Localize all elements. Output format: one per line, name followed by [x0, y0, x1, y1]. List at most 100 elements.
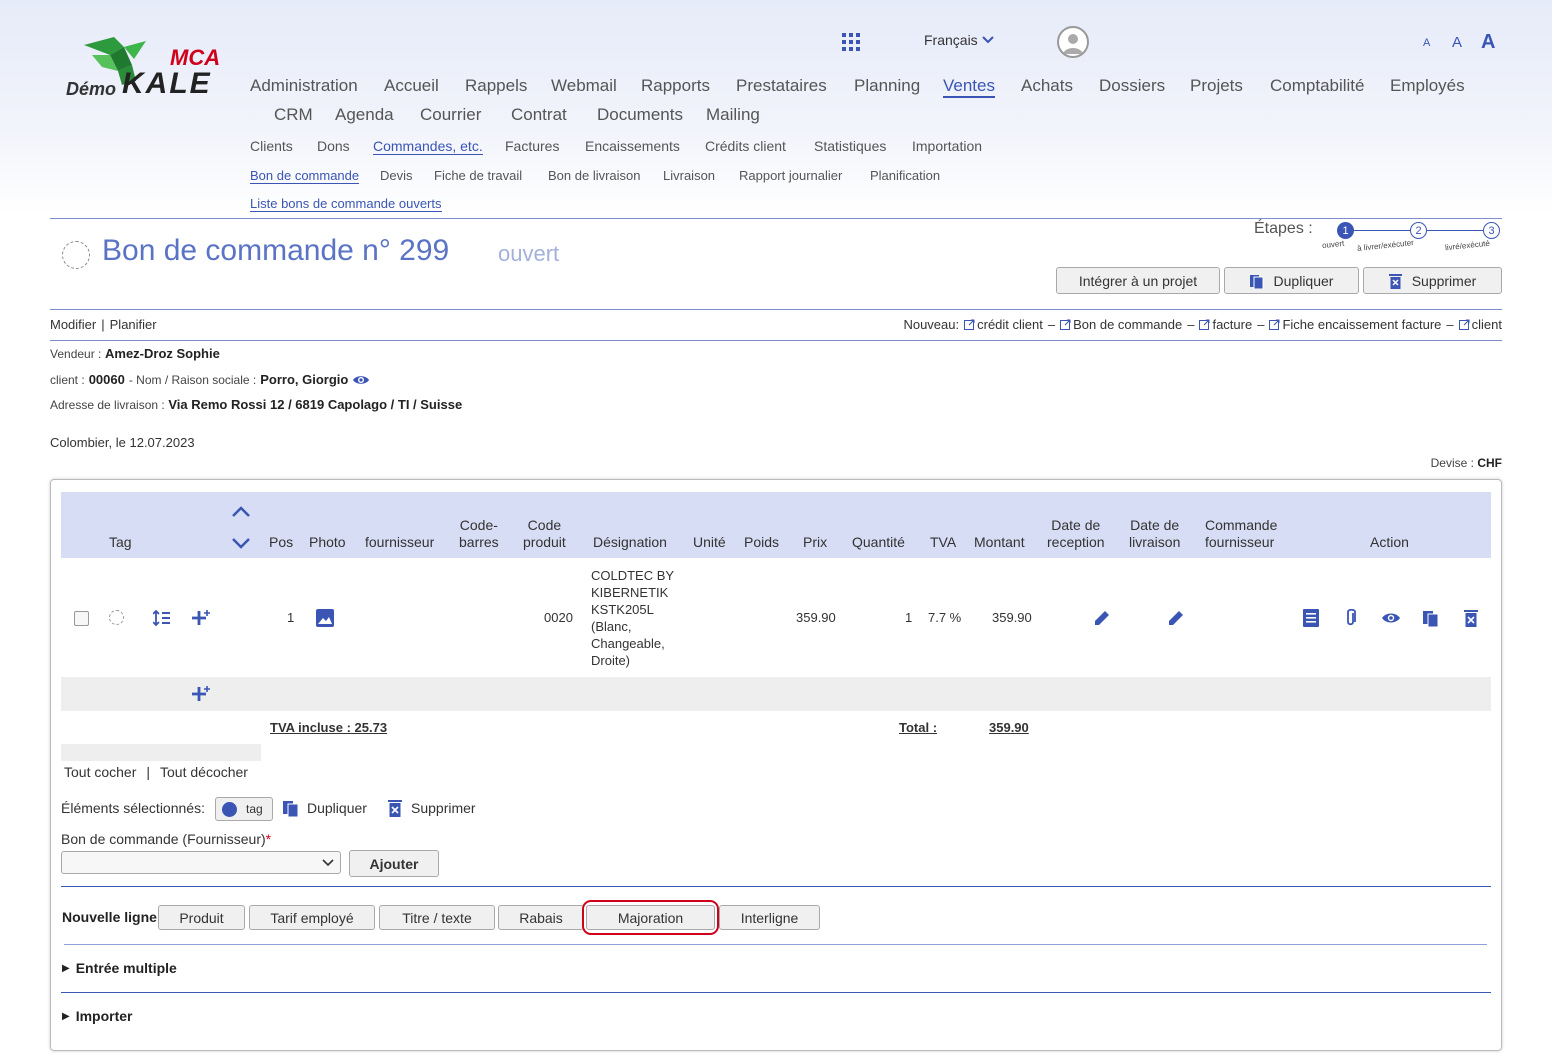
subnav-importation[interactable]: Importation	[912, 138, 982, 154]
subnav-livraison[interactable]: Livraison	[663, 168, 715, 183]
nav-employes[interactable]: Employés	[1390, 76, 1465, 96]
th-tag: Tag	[109, 534, 132, 550]
selected-elements-label: Éléments sélectionnés:	[61, 800, 205, 816]
nav-planning[interactable]: Planning	[854, 76, 920, 96]
modify-link[interactable]: Modifier	[50, 317, 96, 332]
nav-administration[interactable]: Administration	[250, 76, 358, 96]
image-icon[interactable]	[316, 609, 334, 627]
new-credit-link[interactable]: crédit client	[964, 317, 1043, 332]
edit-date-delivery-icon[interactable]	[1167, 609, 1185, 627]
currency: CHF	[1477, 456, 1502, 470]
nav-rapports[interactable]: Rapports	[641, 76, 710, 96]
user-avatar[interactable]	[1057, 26, 1089, 58]
trash-icon[interactable]	[1464, 609, 1478, 627]
duplicate-button[interactable]: Dupliquer	[1224, 267, 1359, 294]
th-designation: Désignation	[593, 534, 667, 550]
subnav-clients[interactable]: Clients	[250, 138, 293, 154]
copy-icon[interactable]	[1423, 609, 1439, 627]
status-circle[interactable]	[62, 241, 90, 269]
row-quantity: 1	[905, 610, 913, 625]
nav-accueil[interactable]: Accueil	[384, 76, 439, 96]
supplier-order-select[interactable]	[61, 851, 341, 874]
new-payment-link[interactable]: Fiche encaissement facture	[1269, 317, 1441, 332]
step-2[interactable]: 2	[1410, 222, 1427, 239]
subnav-factures[interactable]: Factures	[505, 138, 559, 154]
row-checkbox[interactable]	[74, 611, 89, 626]
selection-delete-button[interactable]: Supprimer	[388, 799, 476, 817]
reorder-icon[interactable]	[153, 610, 171, 626]
nav-courrier[interactable]: Courrier	[420, 105, 481, 125]
import-toggle[interactable]: ▶ Importer	[62, 1008, 133, 1024]
subnav-dons[interactable]: Dons	[317, 138, 350, 154]
nav-webmail[interactable]: Webmail	[551, 76, 617, 96]
apps-grid-icon[interactable]	[842, 33, 860, 51]
delete-button[interactable]: Supprimer	[1363, 267, 1502, 294]
add-line-icon[interactable]	[191, 685, 211, 703]
nav-documents[interactable]: Documents	[597, 105, 683, 125]
th-supplier-order: Commande fournisseur	[1205, 517, 1278, 550]
nav-prestataires[interactable]: Prestataires	[736, 76, 827, 96]
plan-link[interactable]: Planifier	[110, 317, 157, 332]
links-divider	[50, 340, 1502, 341]
check-all-link[interactable]: Tout cocher	[64, 764, 136, 780]
new-client-link[interactable]: client	[1458, 317, 1502, 332]
subnav-commandes[interactable]: Commandes, etc.	[373, 138, 483, 155]
chevron-down-icon[interactable]	[231, 537, 251, 549]
row-tag-circle[interactable]	[109, 610, 124, 625]
multiple-entry-toggle[interactable]: ▶ Entrée multiple	[62, 960, 177, 976]
subnav-credits-client[interactable]: Crédits client	[705, 138, 786, 154]
step-3[interactable]: 3	[1483, 222, 1500, 239]
subnav-fiche-de-travail[interactable]: Fiche de travail	[434, 168, 522, 183]
add-line-icon[interactable]	[191, 609, 211, 627]
add-supplier-order-button[interactable]: Ajouter	[349, 850, 439, 877]
subnav-liste-bons-ouverts[interactable]: Liste bons de commande ouverts	[250, 196, 442, 212]
new-line-discount-button[interactable]: Rabais	[498, 905, 584, 930]
nav-crm[interactable]: CRM	[274, 105, 313, 125]
uncheck-all-link[interactable]: Tout décocher	[160, 764, 248, 780]
nav-mailing[interactable]: Mailing	[706, 105, 760, 125]
new-line-employee-rate-button[interactable]: Tarif employé	[249, 905, 375, 930]
language-select[interactable]: Français	[924, 32, 994, 48]
selection-duplicate-button[interactable]: Dupliquer	[283, 799, 367, 817]
logo[interactable]: Démo MCA KALE	[62, 33, 234, 103]
new-order-link[interactable]: Bon de commande	[1060, 317, 1182, 332]
font-size-medium-button[interactable]: A	[1452, 34, 1462, 51]
logo-demo-text: Démo	[66, 79, 117, 99]
language-label: Français	[924, 32, 978, 48]
external-link-icon	[1060, 319, 1071, 330]
integrate-project-button[interactable]: Intégrer à un projet	[1056, 267, 1220, 294]
new-line-product-button[interactable]: Produit	[158, 905, 245, 930]
row-amount: 359.90	[992, 610, 1032, 625]
nav-contrat[interactable]: Contrat	[511, 105, 567, 125]
nav-achats[interactable]: Achats	[1021, 76, 1073, 96]
address-line: Adresse de livraison : Via Remo Rossi 12…	[50, 397, 463, 412]
font-size-small-button[interactable]: A	[1423, 37, 1430, 49]
subnav-bon-de-commande[interactable]: Bon de commande	[250, 168, 360, 184]
subnav-bon-de-livraison[interactable]: Bon de livraison	[548, 168, 641, 183]
tag-button[interactable]: tag	[215, 797, 273, 821]
subnav-rapport-journalier[interactable]: Rapport journalier	[739, 168, 842, 183]
font-size-large-button[interactable]: A	[1481, 31, 1495, 54]
chevron-up-icon[interactable]	[231, 506, 251, 518]
nav-projets[interactable]: Projets	[1190, 76, 1243, 96]
attachment-icon[interactable]	[1345, 609, 1357, 627]
nav-ventes[interactable]: Ventes	[943, 76, 995, 98]
new-line-title-text-button[interactable]: Titre / texte	[379, 905, 495, 930]
subnav-planification[interactable]: Planification	[870, 168, 940, 183]
client-number: 00060	[88, 372, 125, 387]
eye-icon[interactable]	[352, 374, 370, 386]
nav-dossiers[interactable]: Dossiers	[1099, 76, 1165, 96]
steps-label: Étapes :	[1254, 220, 1313, 237]
edit-date-reception-icon[interactable]	[1093, 609, 1111, 627]
nav-comptabilite[interactable]: Comptabilité	[1270, 76, 1365, 96]
step-1[interactable]: 1	[1337, 222, 1354, 239]
document-icon[interactable]	[1303, 609, 1319, 627]
new-invoice-link[interactable]: facture	[1199, 317, 1252, 332]
subnav-encaissements[interactable]: Encaissements	[585, 138, 680, 154]
new-line-spacer-button[interactable]: Interligne	[719, 905, 820, 930]
subnav-statistiques[interactable]: Statistiques	[814, 138, 886, 154]
subnav-devis[interactable]: Devis	[380, 168, 413, 183]
view-icon[interactable]	[1381, 611, 1401, 625]
nav-agenda[interactable]: Agenda	[335, 105, 394, 125]
nav-rappels[interactable]: Rappels	[465, 76, 527, 96]
